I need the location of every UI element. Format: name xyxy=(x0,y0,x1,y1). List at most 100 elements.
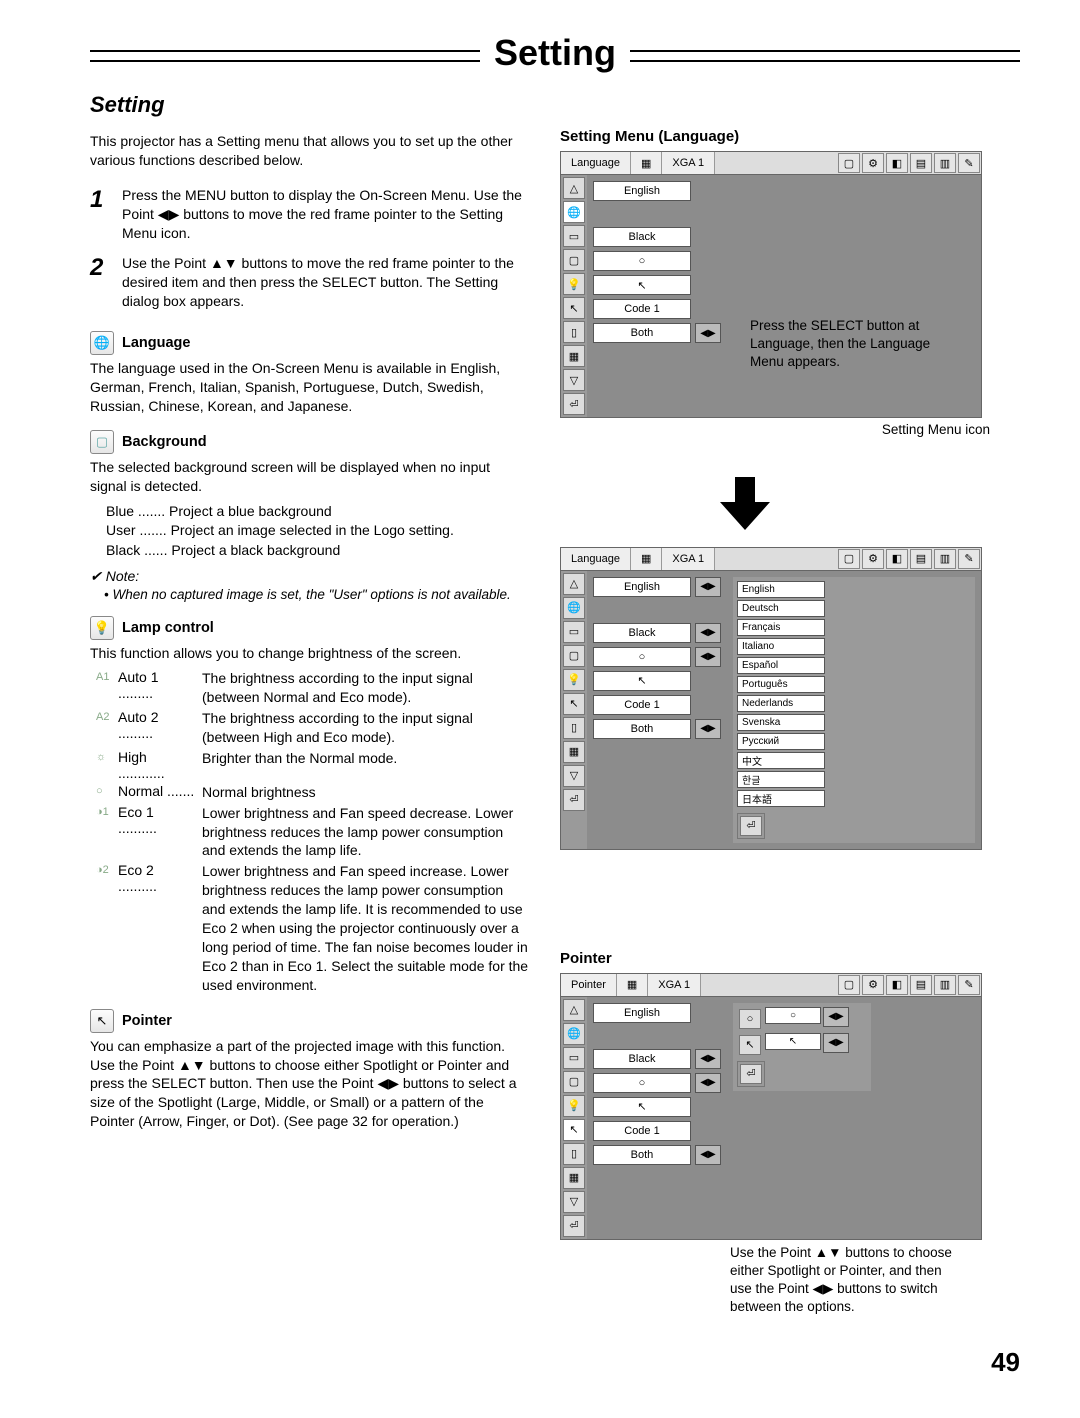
lr-arrows-icon: ◀▶ xyxy=(695,1145,721,1165)
toolbar-icon: ▥ xyxy=(934,153,956,173)
lamp-heading: Lamp control xyxy=(122,620,214,636)
toolbar-icon: ▤ xyxy=(910,975,932,995)
menu-row-code: Code 1 xyxy=(593,695,691,715)
menu-row-code: Code 1 xyxy=(593,1121,691,1141)
toolbar-icon: ▢ xyxy=(838,975,860,995)
lang-option: 中文 xyxy=(737,752,825,769)
remote-icon: ▯ xyxy=(563,717,585,739)
scroll-down-icon: ▽ xyxy=(563,765,585,787)
menu-row-lamp: ○ xyxy=(593,251,691,271)
menu-tab-mode-icon: ▦ xyxy=(631,152,662,174)
menu-row-lamp: ○ xyxy=(593,1073,691,1093)
pointer-type-icon: ↖ xyxy=(739,1035,761,1055)
exit-icon: ⏎ xyxy=(563,789,585,811)
pointer-value: ↖ xyxy=(765,1033,821,1050)
down-arrow-icon xyxy=(620,472,870,537)
toolbar-icon: ◧ xyxy=(886,975,908,995)
pointer-text: You can emphasize a part of the projecte… xyxy=(90,1037,530,1131)
lr-arrows-icon: ◀▶ xyxy=(695,1049,721,1069)
bulb-icon: ☼ xyxy=(96,749,112,763)
bg-option: Blue ....... Project a blue background xyxy=(106,502,530,522)
lang-option: Italiano xyxy=(737,638,825,655)
lr-arrows-icon: ◀▶ xyxy=(695,647,721,667)
menu-tab-xga: XGA 1 xyxy=(662,152,715,174)
lr-arrows-icon: ◀▶ xyxy=(823,1007,849,1027)
lamp-mode: ☼ High ............ Brighter than the No… xyxy=(96,749,530,781)
lang-option: Русский xyxy=(737,733,825,750)
lang-option: Français xyxy=(737,619,825,636)
toolbar-icon: ✎ xyxy=(958,153,980,173)
menu-row-both: Both xyxy=(593,1145,691,1165)
rect-icon: ▭ xyxy=(563,1047,585,1069)
pointer-icon: ↖ xyxy=(563,297,585,319)
lamp-mode: ◑2 Eco 2 .......... Lower brightness and… xyxy=(96,862,530,994)
pointer-icon: ↖ xyxy=(563,693,585,715)
lamp-icon: 💡 xyxy=(563,273,585,295)
lang-option: Deutsch xyxy=(737,600,825,617)
menu-row-black: Black xyxy=(593,227,691,247)
bulb-icon: A2 xyxy=(96,709,112,723)
menu-row-lamp: ○ xyxy=(593,647,691,667)
toolbar-icon: ▢ xyxy=(838,153,860,173)
bg-option: Black ...... Project a black background xyxy=(106,541,530,561)
lang-option: Nederlands xyxy=(737,695,825,712)
background-text: The selected background screen will be d… xyxy=(90,458,530,496)
note-heading: Note: xyxy=(90,568,530,585)
spotlight-value: ○ xyxy=(765,1007,821,1024)
pointer-icon: ↖ xyxy=(563,1119,585,1141)
lang-option: 日本語 xyxy=(737,790,825,807)
bulb-icon: ○ xyxy=(96,783,112,797)
step-text: Use the Point ▲▼ buttons to move the red… xyxy=(122,254,530,311)
menu-row-pointer: ↖ xyxy=(593,671,691,691)
toolbar-icon: ◧ xyxy=(886,153,908,173)
language-heading: Language xyxy=(122,335,190,351)
pointer-submenu: ○ ○ ◀▶ ↖ ↖ ◀▶ ⏎ xyxy=(733,1003,871,1091)
setting-menu-screenshot-1: Language ▦ XGA 1 ▢ ⚙ ◧ ▤ ▥ ✎ △ 🌐 xyxy=(560,151,982,418)
setting-menu-icon-label: Setting Menu icon xyxy=(560,422,990,437)
setting-menu-language-title: Setting Menu (Language) xyxy=(560,128,990,145)
lamp-icon: 💡 xyxy=(563,669,585,691)
menu-row-code: Code 1 xyxy=(593,299,691,319)
menu-row-black: Black xyxy=(593,1049,691,1069)
background-heading: Background xyxy=(122,434,207,450)
lang-option: Español xyxy=(737,657,825,674)
lr-arrows-icon: ◀▶ xyxy=(823,1033,849,1053)
lamp-mode: A2 Auto 2 ......... The brightness accor… xyxy=(96,709,530,747)
menu-row-english: English xyxy=(593,1003,691,1023)
remote-icon: ▯ xyxy=(563,1143,585,1165)
lamp-mode: ◑1 Eco 1 .......... Lower brightness and… xyxy=(96,804,530,861)
menu-tab-mode-icon: ▦ xyxy=(617,974,648,996)
bulb-icon: ◑2 xyxy=(96,862,112,876)
bulb-icon: ◑1 xyxy=(96,804,112,818)
square-icon: ▢ xyxy=(563,645,585,667)
pointer-icon: ↖ xyxy=(90,1009,114,1033)
ok-icon: ⏎ xyxy=(740,1064,762,1084)
menu-row-english: English xyxy=(593,181,691,201)
lr-arrows-icon: ◀▶ xyxy=(695,1073,721,1093)
menu-tab-mode-icon: ▦ xyxy=(631,548,662,570)
toolbar-icon: ▥ xyxy=(934,549,956,569)
lang-option: English xyxy=(737,581,825,598)
pip-icon: ▦ xyxy=(563,345,585,367)
lamp-text: This function allows you to change brigh… xyxy=(90,644,530,663)
page-number: 49 xyxy=(90,1347,1020,1378)
page-title: Setting xyxy=(480,32,630,74)
pointer-usage-note: Use the Point ▲▼ buttons to choose eithe… xyxy=(730,1244,960,1317)
step-2: 2 Use the Point ▲▼ buttons to move the r… xyxy=(90,254,530,311)
scroll-down-icon: ▽ xyxy=(563,369,585,391)
remote-icon: ▯ xyxy=(563,321,585,343)
lamp-icon: 💡 xyxy=(563,1095,585,1117)
menu-row-pointer: ↖ xyxy=(593,1097,691,1117)
square-icon: ▢ xyxy=(90,430,114,454)
scroll-up-icon: △ xyxy=(563,177,585,199)
scroll-down-icon: ▽ xyxy=(563,1191,585,1213)
toolbar-icon: ▢ xyxy=(838,549,860,569)
step-text: Press the MENU button to display the On-… xyxy=(122,186,530,243)
toolbar-icon: ⚙ xyxy=(862,975,884,995)
menu-row-black: Black xyxy=(593,623,691,643)
pip-icon: ▦ xyxy=(563,1167,585,1189)
bulb-icon: A1 xyxy=(96,669,112,683)
globe-icon: 🌐 xyxy=(90,331,114,355)
scroll-up-icon: △ xyxy=(563,573,585,595)
lang-option: Svenska xyxy=(737,714,825,731)
